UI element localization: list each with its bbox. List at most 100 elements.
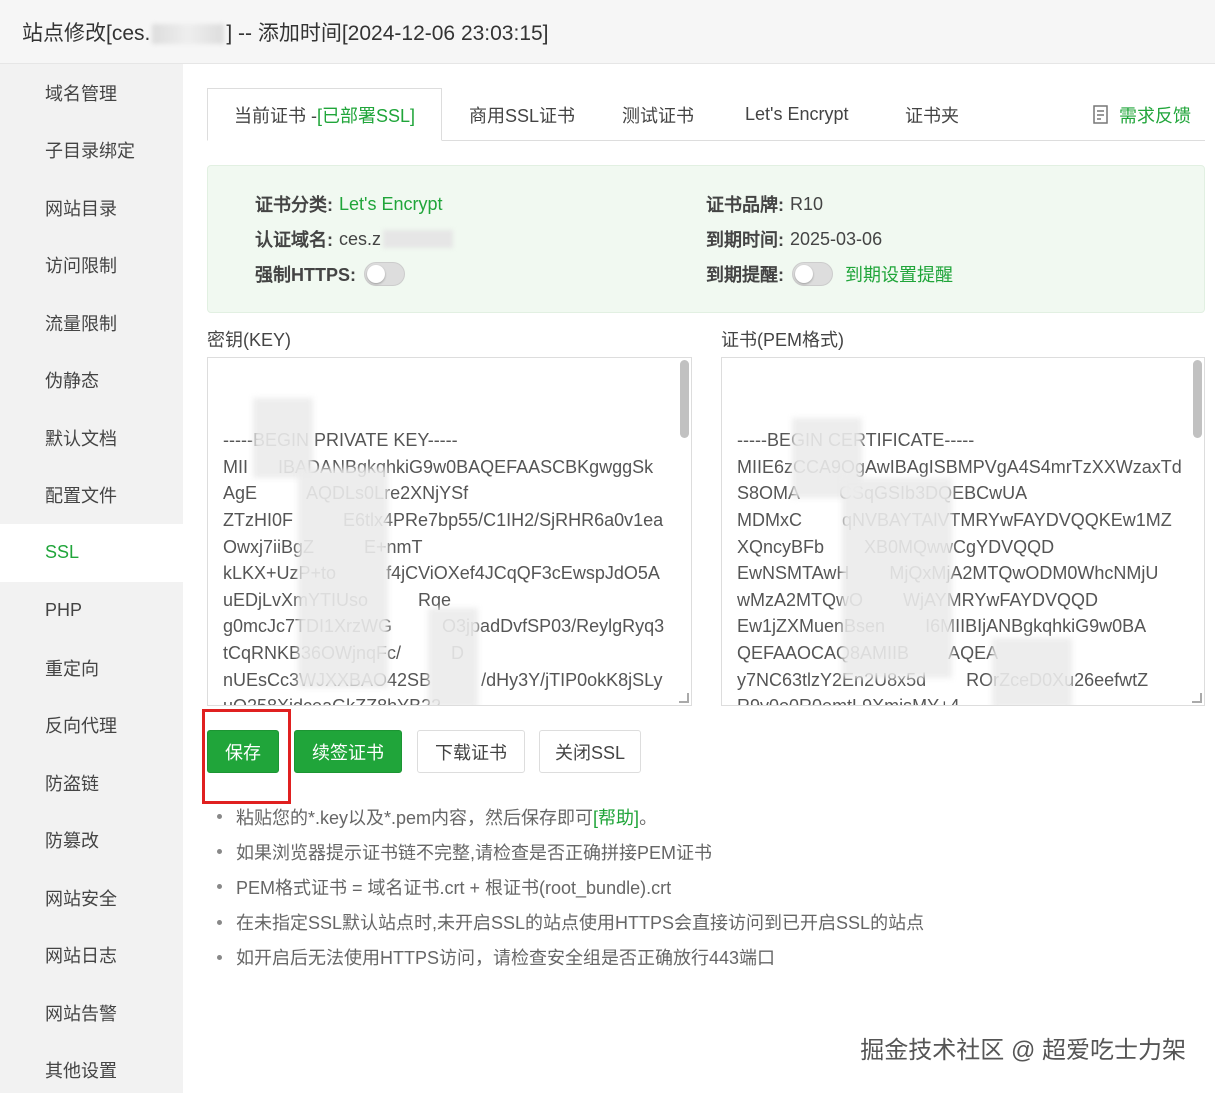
- cert-label: 证书(PEM格式): [721, 330, 844, 350]
- key-scrollbar[interactable]: [680, 360, 689, 438]
- tab-status: [已部署SSL]: [317, 105, 416, 126]
- tip-text: 。: [639, 807, 658, 828]
- redaction-blur: [842, 478, 952, 678]
- domain-value: ces.z: [339, 228, 382, 249]
- cert-scrollbar[interactable]: [1193, 360, 1202, 438]
- sidebar-item-hotlink[interactable]: 防盗链: [0, 754, 183, 812]
- sidebar-item-subdir[interactable]: 子目录绑定: [0, 122, 183, 180]
- text-line: R9v0o0R0emtL9XmjsMY+4: [737, 693, 1204, 705]
- tip-text: 如开启后无法使用HTTPS访问，请检查安全组是否正确放行443端口: [236, 948, 776, 969]
- tab-commercial-ssl[interactable]: 商用SSL证书: [469, 88, 575, 141]
- tab-current-cert[interactable]: 当前证书 - [已部署SSL]: [207, 88, 443, 141]
- download-cert-button[interactable]: 下载证书: [417, 730, 525, 773]
- sidebar-item-alerts[interactable]: 网站告警: [0, 984, 183, 1042]
- private-key-textarea[interactable]: -----BEGIN PRIVATE KEY----- MII IBADANBgk…: [207, 357, 692, 706]
- feedback-link[interactable]: 需求反馈: [1093, 88, 1191, 141]
- text-line: EwNSMTAwH MjQxMjA2MTQwODM0WhcNMjU: [737, 563, 1159, 584]
- tab-lets-encrypt[interactable]: Let's Encrypt: [745, 88, 848, 141]
- sidebar-item-logs[interactable]: 网站日志: [0, 927, 183, 985]
- sidebar-item-traffic-limit[interactable]: 流量限制: [0, 294, 183, 352]
- sidebar-item-php[interactable]: PHP: [0, 582, 183, 640]
- tab-label: 测试证书: [622, 105, 694, 126]
- tab-cert-folder[interactable]: 证书夹: [905, 88, 959, 141]
- cert-info-panel: 证书分类: Let's Encrypt 认证域名: ces.z 强制HTTPS:…: [207, 165, 1205, 313]
- sidebar-item-access-limit[interactable]: 访问限制: [0, 237, 183, 295]
- category-label: 证书分类:: [255, 195, 333, 215]
- renew-cert-button[interactable]: 续签证书: [294, 730, 402, 773]
- title-prefix: 站点修改[ces.: [22, 21, 151, 45]
- text-line: ZTzHI0F E6tlx4PRe7bp55/C1IH2/SjRHR6a0v1e…: [223, 509, 664, 530]
- sidebar-item-label: 防盗链: [45, 773, 99, 794]
- tab-label: Let's Encrypt: [745, 104, 849, 124]
- sidebar-item-label: 域名管理: [45, 83, 117, 104]
- sidebar-item-config[interactable]: 配置文件: [0, 467, 183, 525]
- tip-text: 如果浏览器提示证书链不完整,请检查是否正确拼接PEM证书: [236, 842, 713, 863]
- sidebar-item-label: 访问限制: [45, 256, 117, 277]
- resize-handle[interactable]: [1192, 693, 1202, 703]
- tip-item: PEM格式证书 = 域名证书.crt + 根证书(root_bundle).cr…: [217, 869, 924, 904]
- text-line: kLKX+UzP+to f4jCViOXef4JCqQF3cEwspJdO5A: [223, 563, 660, 584]
- expire-label: 到期时间:: [706, 230, 784, 250]
- sidebar-item-redirect[interactable]: 重定向: [0, 639, 183, 697]
- text-line: wMzA2MTQwO WjAYMRYwFAYDVQQD: [737, 589, 1099, 610]
- text-line: Ew1jZXMuenBsen I6MIIBIjANBgkqhkiG9w0BA: [737, 616, 1147, 637]
- force-https-toggle[interactable]: [364, 262, 405, 286]
- tab-label: 商用SSL证书: [469, 105, 576, 126]
- sidebar-item-ssl[interactable]: SSL: [0, 524, 183, 582]
- certificate-textarea[interactable]: -----BEGIN CERTIFICATE----- MIIE6zCCA9OgA…: [721, 357, 1205, 706]
- expire-remind-toggle[interactable]: [792, 262, 833, 286]
- force-https: 强制HTTPS:: [255, 259, 405, 289]
- sidebar-item-label: 流量限制: [45, 313, 117, 334]
- feedback-label: 需求反馈: [1119, 105, 1191, 126]
- redaction-blur: [992, 638, 1072, 705]
- sidebar-item-label: 反向代理: [45, 716, 117, 737]
- redacted-domain: [152, 23, 225, 44]
- tip-text: 在未指定SSL默认站点时,未开启SSL的站点使用HTTPS会直接访问到已开启SS…: [236, 913, 925, 934]
- text-line: QEFAAOCAQ8AMIIB AQEA: [737, 642, 999, 663]
- tip-item: 如开启后无法使用HTTPS访问，请检查安全组是否正确放行443端口: [217, 940, 924, 975]
- tip-item: 在未指定SSL默认站点时,未开启SSL的站点使用HTTPS会直接访问到已开启SS…: [217, 905, 924, 940]
- redacted-domain: [383, 230, 454, 248]
- sidebar-item-default-doc[interactable]: 默认文档: [0, 409, 183, 467]
- sidebar-item-security[interactable]: 网站安全: [0, 869, 183, 927]
- text-line: MDMxC qNVBAYTAlVTMRYwFAYDVQQKEw1MZ: [737, 509, 1172, 530]
- sidebar-item-site-dir[interactable]: 网站目录: [0, 179, 183, 237]
- sidebar-item-label: 伪静态: [45, 371, 99, 392]
- close-ssl-button[interactable]: 关闭SSL: [539, 730, 641, 773]
- tab-test-cert[interactable]: 测试证书: [622, 88, 694, 141]
- sidebar-item-rewrite[interactable]: 伪静态: [0, 352, 183, 410]
- sidebar-item-label: PHP: [45, 599, 83, 620]
- https-label: 强制HTTPS:: [255, 265, 356, 285]
- category-value: Let's Encrypt: [339, 193, 443, 214]
- sidebar-item-label: 网站告警: [45, 1003, 117, 1024]
- title-suffix: ] -- 添加时间[2024-12-06 23:03:15]: [226, 21, 549, 45]
- window-titlebar: 站点修改[ces. ] -- 添加时间[2024-12-06 23:03:15]: [0, 0, 1215, 64]
- sidebar-item-label: 防篡改: [45, 831, 99, 852]
- sidebar-item-reverse-proxy[interactable]: 反向代理: [0, 697, 183, 755]
- button-label: 关闭SSL: [554, 742, 626, 763]
- edit-doc-icon: [1093, 104, 1108, 124]
- sidebar-item-domain[interactable]: 域名管理: [0, 64, 183, 122]
- sidebar-item-label: 默认文档: [45, 428, 117, 449]
- watermark: 掘金技术社区 @ 超爱吃士力架: [860, 1037, 1186, 1064]
- window-title: 站点修改[ces. ] -- 添加时间[2024-12-06 23:03:15]: [22, 17, 549, 47]
- key-label: 密钥(KEY): [207, 330, 292, 350]
- remind-settings-link[interactable]: 到期设置提醒: [845, 261, 953, 287]
- help-link[interactable]: [帮助]: [593, 804, 639, 830]
- sidebar-item-tamper[interactable]: 防篡改: [0, 812, 183, 870]
- brand-value: R10: [790, 193, 824, 214]
- tip-item: 如果浏览器提示证书链不完整,请检查是否正确拼接PEM证书: [217, 834, 924, 869]
- sidebar-item-label: 子目录绑定: [45, 141, 135, 162]
- sidebar-item-label: 网站目录: [45, 198, 117, 219]
- redaction-blur: [428, 608, 478, 705]
- redaction-blur: [298, 468, 388, 688]
- tab-label: 证书夹: [905, 105, 959, 126]
- sidebar-item-other[interactable]: 其他设置: [0, 1042, 183, 1093]
- text-line: y7NC63tlzY2En2U8x5d ROrZceD0Xu26eefwtZ: [737, 669, 1149, 690]
- cert-domain: 认证域名: ces.z: [255, 224, 454, 254]
- save-button[interactable]: 保存: [207, 730, 279, 773]
- expire-value: 2025-03-06: [790, 228, 883, 249]
- domain-label: 认证域名:: [255, 230, 333, 250]
- text-line: AgE AQDLs0Lre2XNjYSf: [223, 483, 468, 504]
- resize-handle[interactable]: [679, 693, 689, 703]
